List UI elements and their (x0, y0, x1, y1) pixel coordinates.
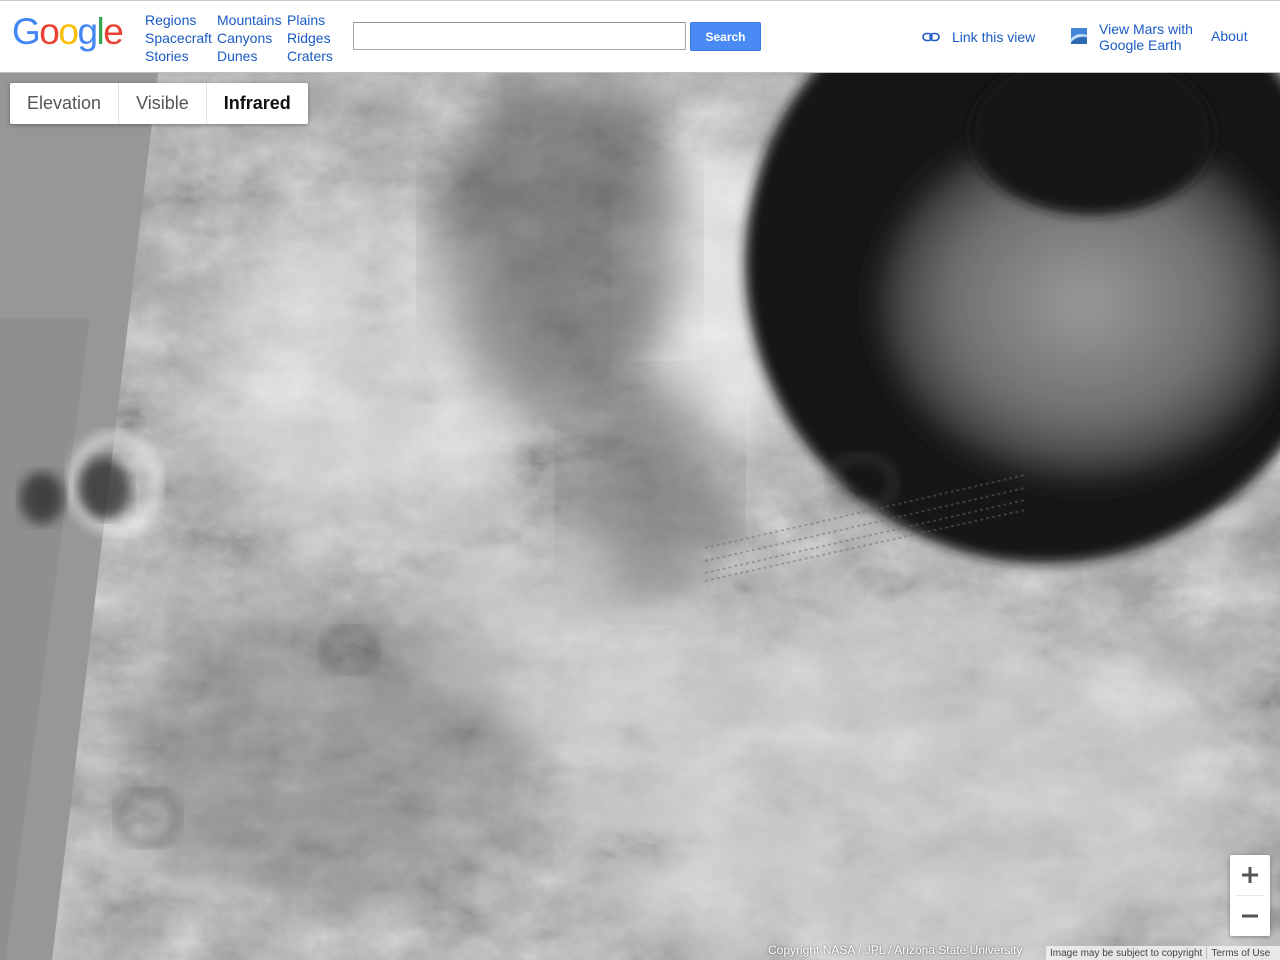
logo-letter: e (103, 11, 124, 52)
nav-link-stories[interactable]: Stories (145, 47, 212, 65)
google-earth-icon (1071, 28, 1087, 44)
link-icon (922, 32, 940, 42)
link-this-view-label[interactable]: Link this view (952, 29, 1035, 45)
about-link[interactable]: About (1211, 28, 1248, 44)
google-logo[interactable]: Google (12, 10, 124, 54)
top-bar: Google Regions Spacecraft Stories Mounta… (0, 0, 1280, 73)
search-input[interactable] (353, 22, 686, 50)
nav-column-3: Plains Ridges Craters (287, 11, 333, 65)
view-in-google-earth-label[interactable]: View Mars with Google Earth (1099, 21, 1199, 53)
tab-infrared[interactable]: Infrared (207, 83, 308, 124)
minus-icon (1242, 914, 1258, 918)
zoom-out-button[interactable] (1230, 896, 1270, 936)
nav-link-plains[interactable]: Plains (287, 11, 333, 29)
imagery-copyright: Copyright NASA / JPL / Arizona State Uni… (768, 943, 1023, 957)
logo-letter: g (77, 11, 98, 52)
nav-link-mountains[interactable]: Mountains (217, 11, 282, 29)
terms-of-use-link[interactable]: Terms of Use (1207, 948, 1274, 959)
plus-icon (1242, 867, 1258, 883)
zoom-in-button[interactable] (1230, 855, 1270, 895)
infrared-imagery[interactable] (0, 73, 1280, 960)
logo-letter: o (58, 11, 79, 52)
layer-switcher: Elevation Visible Infrared (10, 83, 308, 124)
map-footer-bar: Image may be subject to copyright Terms … (1046, 946, 1280, 960)
tab-visible[interactable]: Visible (119, 83, 207, 124)
logo-letter: l (96, 11, 105, 52)
link-this-view[interactable]: Link this view (922, 28, 1035, 46)
search-button[interactable]: Search (690, 22, 761, 51)
nav-link-canyons[interactable]: Canyons (217, 29, 282, 47)
zoom-control (1230, 855, 1270, 936)
nav-link-dunes[interactable]: Dunes (217, 47, 282, 65)
logo-letter: o (39, 11, 60, 52)
mars-map[interactable] (0, 73, 1280, 960)
nav-link-regions[interactable]: Regions (145, 11, 212, 29)
nav-column-1: Regions Spacecraft Stories (145, 11, 212, 65)
nav-link-spacecraft[interactable]: Spacecraft (145, 29, 212, 47)
nav-link-craters[interactable]: Craters (287, 47, 333, 65)
nav-link-ridges[interactable]: Ridges (287, 29, 333, 47)
nav-column-2: Mountains Canyons Dunes (217, 11, 282, 65)
view-in-google-earth[interactable]: View Mars with Google Earth (1070, 21, 1199, 53)
logo-letter: G (12, 11, 41, 52)
copyright-notice: Image may be subject to copyright (1050, 947, 1203, 959)
tab-elevation[interactable]: Elevation (10, 83, 120, 124)
